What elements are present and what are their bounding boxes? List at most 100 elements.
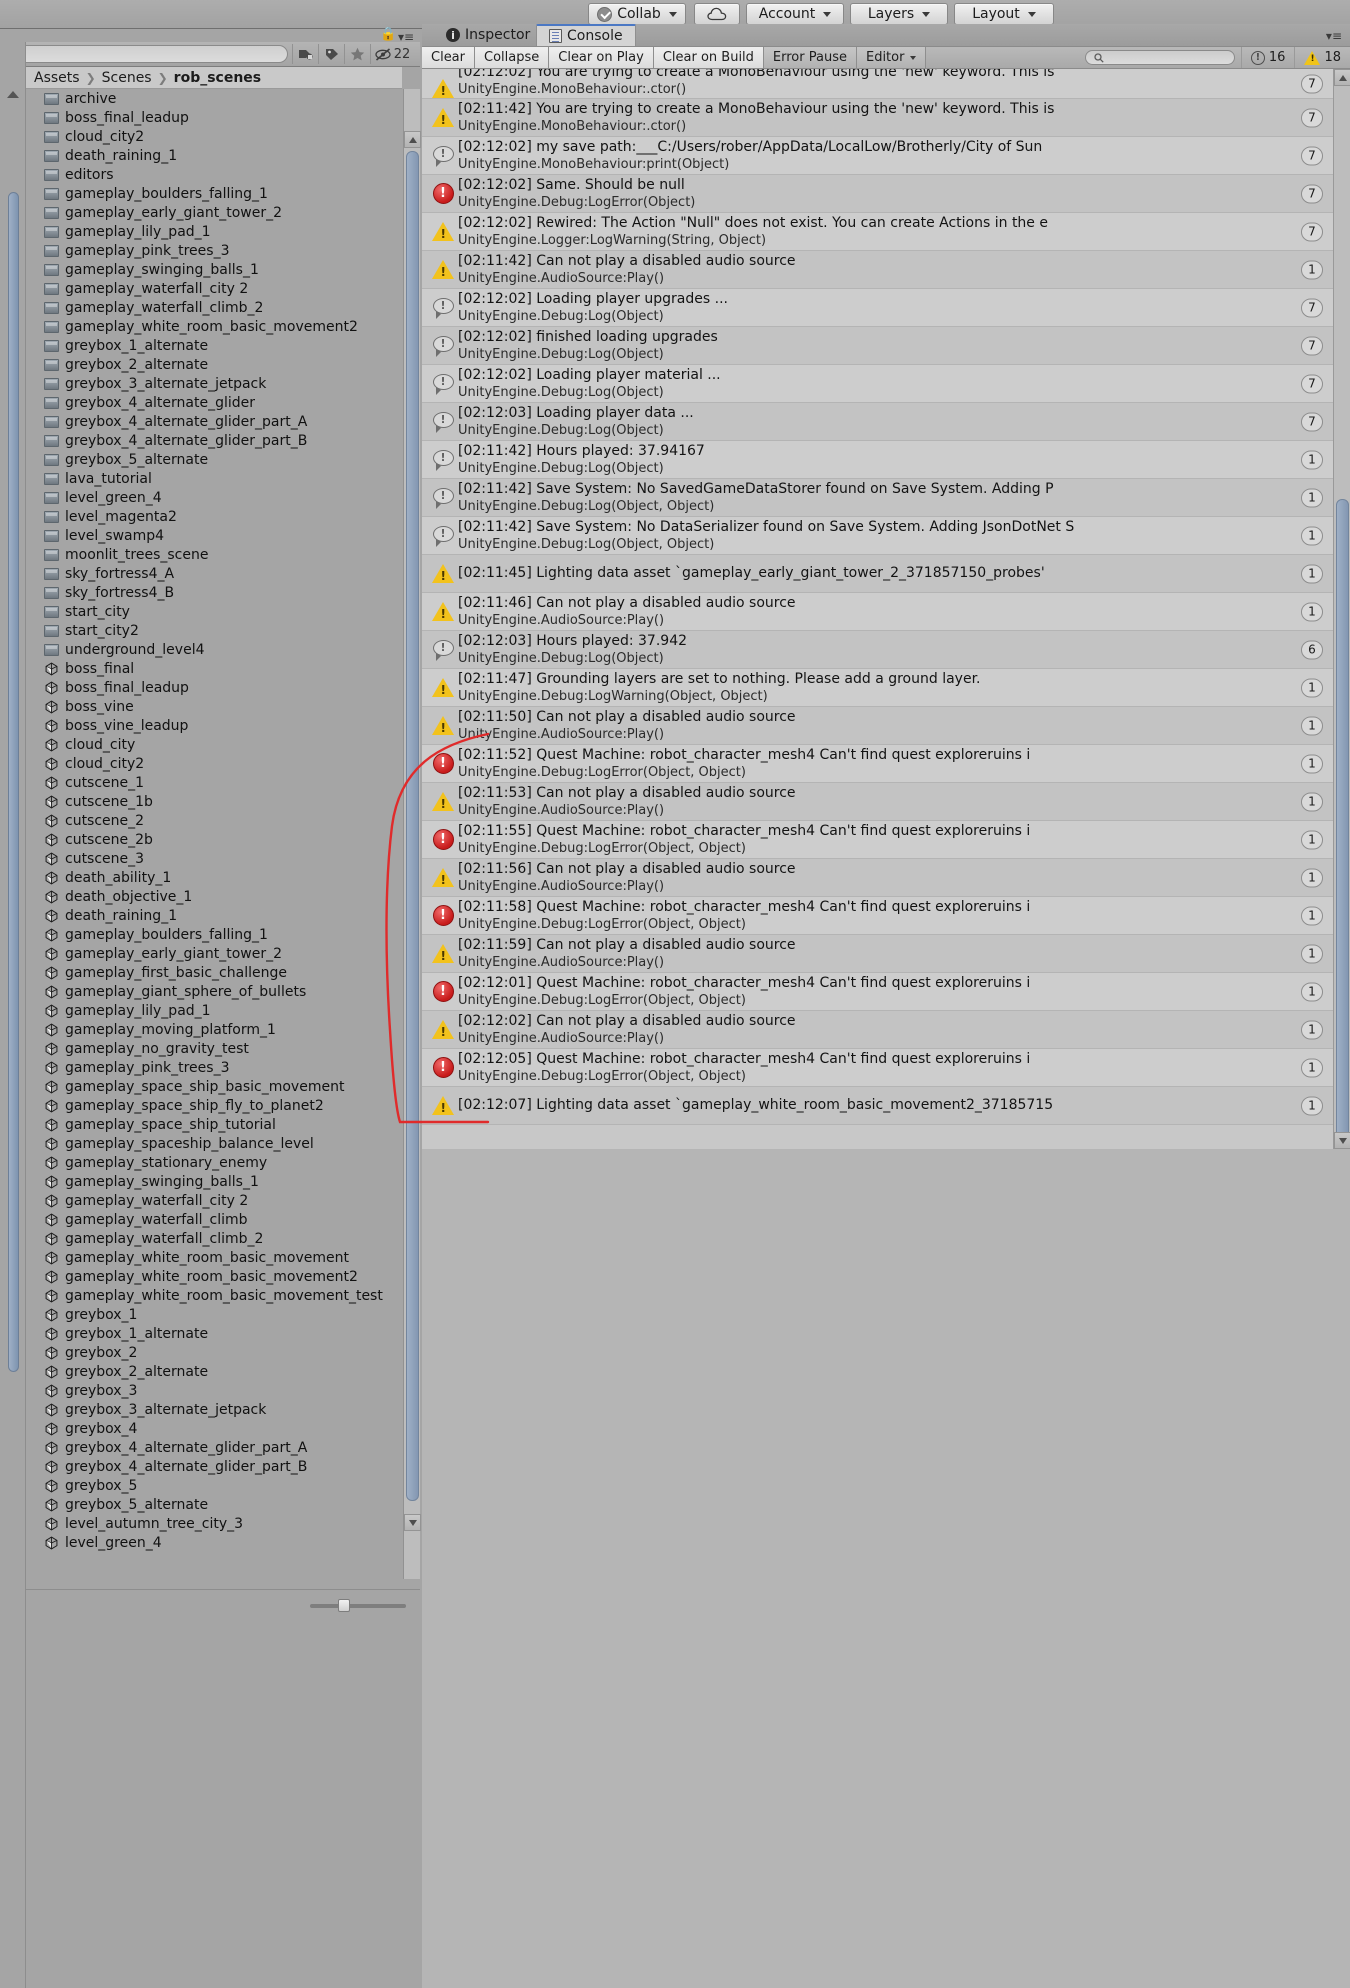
asset-row[interactable]: gameplay_swinging_balls_1 (26, 1172, 402, 1191)
asset-row[interactable]: moonlit_trees_scene (26, 545, 402, 564)
asset-row[interactable]: gameplay_early_giant_tower_2 (26, 203, 402, 222)
asset-row[interactable]: gameplay_white_room_basic_movement_test (26, 1286, 402, 1305)
asset-row[interactable]: gameplay_waterfall_climb (26, 1210, 402, 1229)
asset-row[interactable]: gameplay_lily_pad_1 (26, 222, 402, 241)
asset-row[interactable]: gameplay_space_ship_basic_movement (26, 1077, 402, 1096)
scroll-down-button[interactable] (404, 1514, 421, 1531)
console-log-row[interactable]: ! [02:11:42] Hours played: 37.94167 UnityE… (422, 441, 1333, 479)
console-log-row[interactable]: [02:11:42] You are trying to create a Mo… (422, 99, 1333, 137)
favorites-filter-icon[interactable] (344, 44, 370, 64)
warning-count-badge[interactable]: 18 (1294, 47, 1350, 68)
triangle-up-icon[interactable] (7, 91, 19, 98)
console-log-row[interactable]: [02:11:58] Quest Machine: robot_characte… (422, 897, 1333, 935)
asset-row[interactable]: level_swamp4 (26, 526, 402, 545)
console-log-row[interactable]: [02:12:05] Quest Machine: robot_characte… (422, 1049, 1333, 1087)
console-log-row[interactable]: ! [02:11:42] Save System: No SavedGameDat… (422, 479, 1333, 517)
console-log-row[interactable]: [02:11:56] Can not play a disabled audio… (422, 859, 1333, 897)
console-log-row[interactable]: [02:11:59] Can not play a disabled audio… (422, 935, 1333, 973)
console-log-row[interactable]: [02:11:46] Can not play a disabled audio… (422, 593, 1333, 631)
asset-row[interactable]: boss_final_leadup (26, 108, 402, 127)
info-count-badge[interactable]: ! 16 (1240, 47, 1295, 68)
asset-row[interactable]: level_green_4 (26, 488, 402, 507)
console-log-row[interactable]: [02:12:02] Same. Should be nullUnityEngi… (422, 175, 1333, 213)
asset-list[interactable]: archive boss_final_leadup cloud_city2 death… (26, 89, 402, 1579)
asset-row[interactable]: cutscene_2b (26, 830, 402, 849)
hidden-assets-toggle[interactable]: 22 (370, 44, 414, 64)
console-menu-icon[interactable]: ▾≡ (1326, 29, 1342, 43)
console-log-row[interactable]: ! [02:11:42] Save System: No DataSerializ… (422, 517, 1333, 555)
asset-row[interactable]: cutscene_1b (26, 792, 402, 811)
asset-row[interactable]: gameplay_pink_trees_3 (26, 241, 402, 260)
asset-row[interactable]: archive (26, 89, 402, 108)
editor-dropdown[interactable]: Editor (856, 47, 927, 68)
console-log-row[interactable]: [02:11:53] Can not play a disabled audio… (422, 783, 1333, 821)
asset-row[interactable]: boss_vine (26, 697, 402, 716)
asset-row[interactable]: greybox_4 (26, 1419, 402, 1438)
panel-menu-icon[interactable]: ▾≡ (398, 30, 414, 44)
asset-row[interactable]: gameplay_waterfall_climb_2 (26, 298, 402, 317)
asset-row[interactable]: sky_fortress4_B (26, 583, 402, 602)
asset-row[interactable]: greybox_4_alternate_glider_part_B (26, 431, 402, 450)
asset-row[interactable]: start_city (26, 602, 402, 621)
console-log-row[interactable]: ! [02:12:03] Loading player data ... Unity… (422, 403, 1333, 441)
asset-row[interactable]: greybox_1 (26, 1305, 402, 1324)
asset-row[interactable]: level_magenta2 (26, 507, 402, 526)
scroll-down-button[interactable] (1334, 1132, 1350, 1149)
console-log-row[interactable]: ! [02:12:03] Hours played: 37.942 UnityEng… (422, 631, 1333, 669)
asset-row[interactable]: gameplay_stationary_enemy (26, 1153, 402, 1172)
asset-row[interactable]: gameplay_early_giant_tower_2 (26, 944, 402, 963)
asset-row[interactable]: gameplay_boulders_falling_1 (26, 925, 402, 944)
project-search-input[interactable] (8, 45, 288, 63)
asset-row[interactable]: gameplay_white_room_basic_movement2 (26, 317, 402, 336)
asset-row[interactable]: greybox_1_alternate (26, 336, 402, 355)
asset-row[interactable]: greybox_4_alternate_glider_part_A (26, 1438, 402, 1457)
scrollbar-thumb[interactable] (1336, 499, 1349, 1139)
asset-row[interactable]: gameplay_boulders_falling_1 (26, 184, 402, 203)
asset-row[interactable]: greybox_2 (26, 1343, 402, 1362)
asset-row[interactable]: greybox_3_alternate_jetpack (26, 374, 402, 393)
scroll-up-button[interactable] (1334, 69, 1350, 86)
asset-row[interactable]: greybox_5_alternate (26, 450, 402, 469)
asset-label-filter-icon[interactable] (292, 44, 318, 64)
console-log-row[interactable]: ! [02:12:02] finished loading upgrades Uni… (422, 327, 1333, 365)
asset-row[interactable]: greybox_4_alternate_glider (26, 393, 402, 412)
icon-size-slider-knob[interactable] (338, 1599, 350, 1612)
asset-row[interactable]: gameplay_giant_sphere_of_bullets (26, 982, 402, 1001)
tab-console[interactable]: Console (536, 24, 636, 46)
console-log-row[interactable]: [02:12:02] Rewired: The Action "Null" do… (422, 213, 1333, 251)
console-detail-pane[interactable] (422, 1149, 1350, 1988)
console-log-row[interactable]: [02:11:50] Can not play a disabled audio… (422, 707, 1333, 745)
asset-row[interactable]: editors (26, 165, 402, 184)
asset-row[interactable]: gameplay_first_basic_challenge (26, 963, 402, 982)
tree-scrollbar-thumb[interactable] (8, 192, 19, 1372)
asset-row[interactable]: gameplay_white_room_basic_movement (26, 1248, 402, 1267)
console-log-row[interactable]: [02:12:02] You are trying to create a Mo… (422, 69, 1333, 99)
collapse-button[interactable]: Collapse (475, 47, 550, 68)
clear-button[interactable]: Clear (422, 47, 475, 68)
console-log-row[interactable]: [02:11:47] Grounding layers are set to n… (422, 669, 1333, 707)
asset-row[interactable]: greybox_1_alternate (26, 1324, 402, 1343)
asset-row[interactable]: gameplay_space_ship_tutorial (26, 1115, 402, 1134)
asset-tag-filter-icon[interactable] (318, 44, 344, 64)
asset-row[interactable]: gameplay_space_ship_fly_to_planet2 (26, 1096, 402, 1115)
asset-row[interactable]: gameplay_swinging_balls_1 (26, 260, 402, 279)
asset-row[interactable]: cloud_city (26, 735, 402, 754)
asset-row[interactable]: death_ability_1 (26, 868, 402, 887)
asset-row[interactable]: greybox_4_alternate_glider_part_A (26, 412, 402, 431)
console-log-row[interactable]: [02:12:01] Quest Machine: robot_characte… (422, 973, 1333, 1011)
asset-row[interactable]: sky_fortress4_A (26, 564, 402, 583)
breadcrumb-rob-scenes[interactable]: rob_scenes (174, 70, 261, 86)
console-log-list[interactable]: [02:12:02] You are trying to create a Mo… (422, 69, 1333, 1149)
console-log-row[interactable]: [02:11:55] Quest Machine: robot_characte… (422, 821, 1333, 859)
asset-row[interactable]: cutscene_2 (26, 811, 402, 830)
error-pause-button[interactable]: Error Pause (763, 47, 857, 68)
asset-row[interactable]: greybox_5_alternate (26, 1495, 402, 1514)
asset-row[interactable]: boss_final (26, 659, 402, 678)
clear-on-play-button[interactable]: Clear on Play (549, 47, 654, 68)
asset-row[interactable]: gameplay_white_room_basic_movement2 (26, 1267, 402, 1286)
asset-list-scrollbar[interactable] (403, 89, 421, 1579)
lock-icon[interactable]: 🔒 (380, 28, 396, 42)
asset-row[interactable]: gameplay_no_gravity_test (26, 1039, 402, 1058)
icon-size-slider[interactable] (310, 1599, 406, 1612)
asset-row[interactable]: start_city2 (26, 621, 402, 640)
